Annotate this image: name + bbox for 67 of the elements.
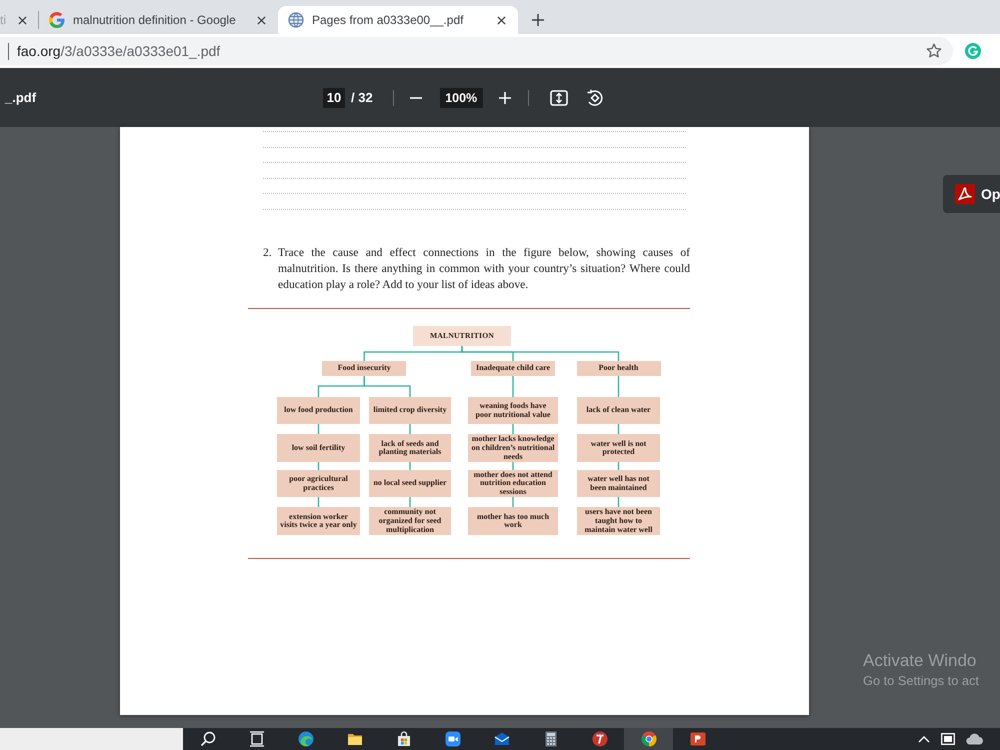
fit-page-icon[interactable] <box>550 90 568 106</box>
diagram-node: low soil fertility <box>277 434 360 462</box>
question-number: 2. <box>263 244 273 261</box>
close-icon[interactable] <box>18 16 27 24</box>
diagram-node: weaning foods have poor nutritional value <box>468 397 558 424</box>
diagram-node: Poor health <box>576 361 660 376</box>
diagram-node: water well has not been maintained <box>577 470 660 498</box>
page-number-field[interactable]: 10 <box>323 88 345 108</box>
zoom-field[interactable]: 100% <box>440 88 483 108</box>
connector-line <box>318 497 320 508</box>
diagram-node: limited crop diversity <box>369 397 451 424</box>
connector-line <box>618 497 620 508</box>
connector-line <box>318 424 320 434</box>
page-count: / 32 <box>351 90 373 105</box>
question-text: Trace the cause and effect connections in the figure below, showing causes of malnutrition. Is there anything in common with your country’s situation? Where could education play a role? Add to your list of ideas above. <box>278 244 690 292</box>
search-icon[interactable] <box>200 731 216 747</box>
diagram-node: mother lacks knowledge on children’s nutritional needs <box>468 434 558 462</box>
activation-notice-text: Go to Settings to act <box>863 672 979 690</box>
connector-line <box>409 497 411 508</box>
browser-tab[interactable]: malnutrition definition - Google <box>40 6 278 34</box>
close-icon[interactable] <box>257 16 266 24</box>
connector-line <box>512 497 514 508</box>
document-title: _.pdf <box>4 90 38 105</box>
diagram-node: users have not been taught how to maintain water well <box>577 507 660 536</box>
browser-tab[interactable]: Pages from a0333e00__.pdf <box>278 6 518 34</box>
diagram-node: no local seed supplier <box>369 470 451 498</box>
diagram-node: poor agricultural practices <box>277 470 360 498</box>
connector-line <box>409 424 411 434</box>
letter-g-icon <box>49 12 65 28</box>
pdf-icon <box>955 184 975 204</box>
connector-line <box>512 424 514 434</box>
diagram-node: community not organized for seed multiplication <box>369 507 451 536</box>
calculator-icon <box>542 731 558 747</box>
star-icon[interactable] <box>926 43 942 59</box>
browser-icon <box>298 731 314 747</box>
diagram-node: lack of clean water <box>577 397 660 424</box>
diagram-node: mother does not attend nutrition education sessions <box>468 470 558 498</box>
diagram-node: Inadequate child care <box>471 361 555 376</box>
folder-icon <box>346 731 362 747</box>
close-icon[interactable] <box>497 16 506 24</box>
plus-icon[interactable] <box>532 14 544 26</box>
diagram-node: extension worker visits twice a year only <box>277 507 360 536</box>
battery-icon[interactable] <box>941 733 955 745</box>
shopping-bag-icon <box>396 731 412 747</box>
connector-line <box>618 424 620 434</box>
taskbar-search-field[interactable] <box>0 728 183 750</box>
diagram-node: Food insecurity <box>322 361 406 376</box>
activation-notice-title: Activate Windo <box>863 650 978 672</box>
connector-line <box>364 376 411 398</box>
open-button[interactable]: Op <box>943 175 1000 213</box>
diagram-node: mother has too much work <box>468 507 558 536</box>
diagram-node: lack of seeds and planting materials <box>369 434 451 462</box>
connector-line <box>618 376 620 398</box>
diagram-node: low food production <box>277 397 360 424</box>
chevron-up-icon[interactable] <box>918 735 930 743</box>
task-view-icon[interactable] <box>248 731 264 747</box>
circle-app-icon <box>592 731 608 747</box>
presentation-app-icon <box>690 731 706 747</box>
rotate-icon[interactable] <box>586 88 604 106</box>
connector-line <box>512 376 514 398</box>
cloud-icon[interactable] <box>966 733 984 745</box>
globe-icon <box>288 12 304 28</box>
video-camera-icon <box>444 731 460 747</box>
envelope-icon <box>494 731 510 747</box>
browser-icon <box>640 731 656 747</box>
address-field[interactable]: fao.org/3/a0333e/a0333e01_.pdf <box>0 37 953 65</box>
diagram-node: water well is not protected <box>577 434 660 462</box>
